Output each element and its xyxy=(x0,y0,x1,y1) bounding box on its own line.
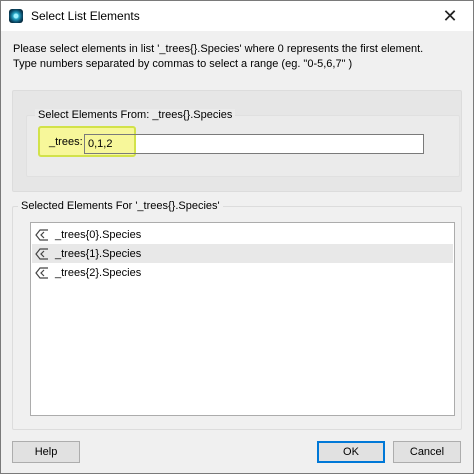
list-tag-icon xyxy=(35,247,49,260)
window-title: Select List Elements xyxy=(31,9,140,23)
selected-elements-legend: Selected Elements For '_trees{}.Species' xyxy=(18,200,223,212)
help-button[interactable]: Help xyxy=(12,441,80,463)
list-item-label: _trees{0}.Species xyxy=(55,228,142,241)
list-item-label: _trees{2}.Species xyxy=(55,266,142,279)
trees-field-label: _trees: xyxy=(49,136,83,148)
list-item[interactable]: _trees{2}.Species xyxy=(32,263,453,282)
app-icon xyxy=(9,9,23,23)
list-item-label: _trees{1}.Species xyxy=(55,247,142,260)
instructions-line-2: Type numbers separated by commas to sele… xyxy=(13,58,353,70)
list-item[interactable]: _trees{1}.Species xyxy=(32,244,453,263)
list-tag-icon xyxy=(35,228,49,241)
list-item[interactable]: _trees{0}.Species xyxy=(32,225,453,244)
select-elements-legend: Select Elements From: _trees{}.Species xyxy=(35,109,236,121)
instructions-text: Please select elements in list '_trees{}… xyxy=(13,42,465,72)
selected-elements-list[interactable]: _trees{0}.Species _trees{1}.Species _tre… xyxy=(30,222,455,416)
trees-index-input[interactable] xyxy=(84,134,424,154)
close-button[interactable]: ✕ xyxy=(427,1,473,31)
title-bar[interactable]: Select List Elements ✕ xyxy=(1,1,473,31)
list-tag-icon xyxy=(35,266,49,279)
cancel-button[interactable]: Cancel xyxy=(393,441,461,463)
instructions-line-1: Please select elements in list '_trees{}… xyxy=(13,43,424,55)
ok-button[interactable]: OK xyxy=(317,441,385,463)
